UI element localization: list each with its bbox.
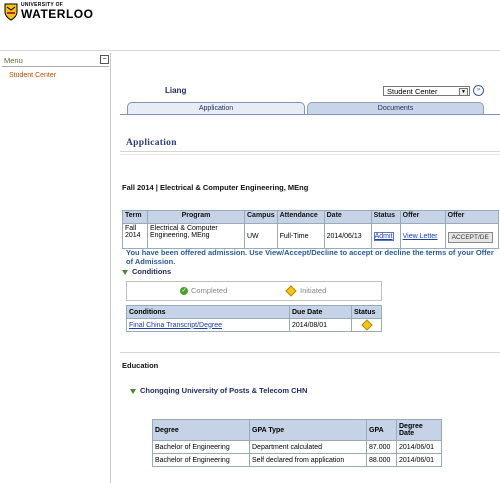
- col-offer: Offer: [399, 210, 446, 224]
- cell-campus: UW: [244, 223, 278, 249]
- cell-gpa-type: Department calculated: [249, 440, 367, 454]
- col-gpa-type: GPA Type: [249, 419, 367, 441]
- program-title: Fall 2014 | Electrical & Computer Engine…: [122, 183, 309, 192]
- section-divider-light: [120, 154, 500, 155]
- col-conditions: Conditions: [126, 305, 290, 319]
- table-row: Bachelor of Engineering Department calcu…: [152, 440, 442, 454]
- menu-collapse-button[interactable]: −: [100, 55, 109, 64]
- col-status: Status: [370, 210, 401, 224]
- menu-pane: [0, 53, 111, 483]
- condition-link[interactable]: Final China Transcript/Degree: [129, 322, 222, 329]
- section-title-application: Application: [126, 138, 177, 148]
- section-divider: [120, 151, 500, 152]
- menu-divider: [2, 66, 109, 67]
- table-row: Bachelor of Engineering Self declared fr…: [152, 453, 442, 467]
- legend-completed: ✓ Completed: [180, 286, 228, 296]
- table-header-row: Term Program Campus Attendance Date Stat…: [122, 210, 499, 224]
- education-divider: [120, 352, 500, 353]
- cell-degree-date: 2014/06/01: [396, 440, 442, 454]
- cell-offer: View Letter: [399, 223, 446, 249]
- col-attendance: Attendance: [276, 210, 325, 224]
- tab-divider: [120, 114, 500, 115]
- legend-completed-label: Completed: [191, 286, 228, 295]
- status-legend: [126, 281, 382, 301]
- cell-term: Fall 2014: [122, 223, 148, 249]
- offer-message: You have been offered admission. Use Vie…: [126, 248, 494, 266]
- tab-documents[interactable]: Documents: [307, 102, 484, 114]
- col-term: Term: [122, 210, 148, 224]
- col-campus: Campus: [244, 210, 278, 224]
- conditions-header[interactable]: Conditions: [122, 267, 171, 276]
- nav-select-value: Student Center: [387, 87, 438, 96]
- col-degree-date: Degree Date: [396, 419, 442, 441]
- cell-due-date: 2014/08/01: [289, 318, 352, 332]
- nav-select[interactable]: Student Center ▼: [383, 86, 470, 96]
- legend-initiated: Initiated: [285, 285, 327, 297]
- institution-header[interactable]: Chongqing University of Posts & Telecom …: [130, 386, 307, 395]
- col-degree: Degree: [152, 419, 250, 441]
- application-table: Term Program Campus Attendance Date Stat…: [122, 210, 499, 249]
- tab-application[interactable]: Application: [127, 102, 305, 114]
- education-table: Degree GPA Type GPA Degree Date Bachelor…: [152, 419, 442, 467]
- cell-attendance: Full-Time: [276, 223, 325, 249]
- diamond-icon: [360, 319, 373, 331]
- cell-degree: Bachelor of Engineering: [152, 453, 250, 467]
- cell-condition: Final China Transcript/Degree: [126, 318, 290, 332]
- cell-date: 2014/06/13: [323, 223, 372, 249]
- diamond-icon: [285, 285, 297, 297]
- view-letter-link[interactable]: View Letter: [403, 233, 438, 240]
- check-circle-icon: ✓: [180, 287, 188, 296]
- col-cond-status: Status: [351, 305, 382, 319]
- cell-degree-date: 2014/06/01: [396, 453, 442, 467]
- legend-initiated-label: Initiated: [300, 286, 327, 295]
- menu-title: Menu: [4, 56, 23, 65]
- user-name: Liang: [165, 86, 187, 95]
- conditions-table: Conditions Due Date Status Final China T…: [126, 305, 382, 332]
- chevron-down-icon[interactable]: ▼: [459, 88, 468, 96]
- cell-program: Electrical & Computer Engineering, MEng: [147, 223, 245, 249]
- cell-gpa: 87.000: [366, 440, 397, 454]
- cell-offer-action: ACCEPT/DE: [444, 223, 499, 249]
- table-row: Final China Transcript/Degree 2014/08/01: [126, 318, 382, 332]
- go-button[interactable]: »: [473, 85, 484, 96]
- col-gpa: GPA: [366, 419, 397, 441]
- cell-cond-status: [351, 318, 382, 332]
- accept-decline-button[interactable]: ACCEPT/DE: [447, 231, 493, 243]
- table-header-row: Conditions Due Date Status: [126, 305, 382, 319]
- conditions-title: Conditions: [132, 267, 172, 276]
- university-logo: UNIVERSITY OF WATERLOO: [4, 3, 93, 25]
- education-title: Education: [122, 361, 159, 370]
- header-divider: [0, 50, 500, 51]
- logo-line2: WATERLOO: [21, 7, 94, 21]
- col-due-date: Due Date: [289, 305, 352, 319]
- cell-gpa: 88.000: [366, 453, 397, 467]
- col-program: Program: [147, 210, 245, 224]
- institution-name: Chongqing University of Posts & Telecom …: [140, 386, 308, 395]
- menu-item-student-center[interactable]: Student Center: [9, 72, 56, 79]
- col-offer-action: Offer: [444, 210, 499, 224]
- table-header-row: Degree GPA Type GPA Degree Date: [152, 419, 442, 441]
- cell-gpa-type: Self declared from application: [249, 453, 367, 467]
- expand-triangle-icon[interactable]: [130, 388, 136, 394]
- status-admit-link[interactable]: Admit: [373, 231, 394, 241]
- table-row: Fall 2014 Electrical & Computer Engineer…: [122, 223, 499, 249]
- cell-degree: Bachelor of Engineering: [152, 440, 250, 454]
- shield-icon: [4, 3, 18, 21]
- cell-status: Admit: [370, 223, 401, 249]
- col-date: Date: [323, 210, 372, 224]
- expand-triangle-icon[interactable]: [122, 269, 128, 275]
